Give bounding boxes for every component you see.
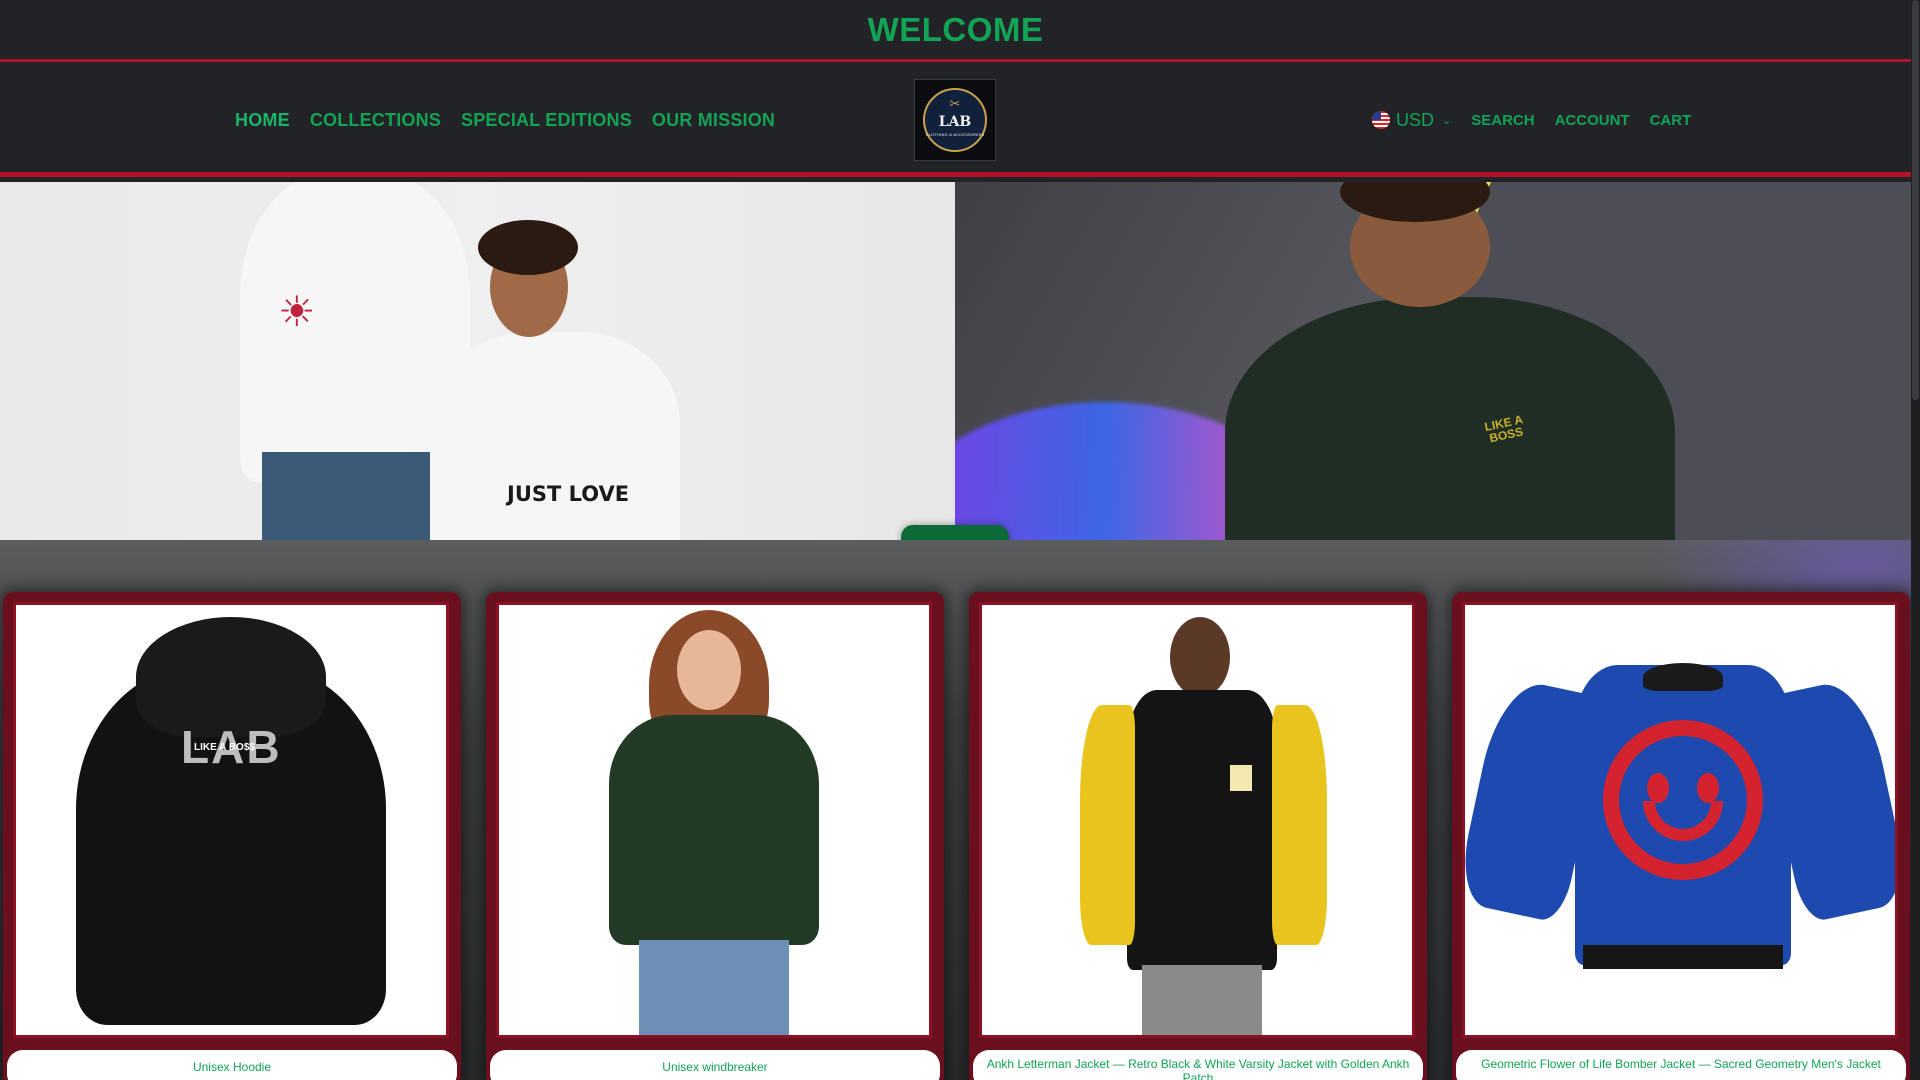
man-face xyxy=(1170,617,1230,697)
scrollbar-thumb[interactable] xyxy=(1912,0,1919,400)
hero-banner: ☀ JUST LOVE LIKE A BOSS BROWSE xyxy=(0,182,1911,579)
cart-link[interactable]: CART xyxy=(1650,112,1692,129)
site-logo[interactable]: ✂ LAB CLOTHING & ACCESSORIES xyxy=(914,79,996,161)
varsity-right-sleeve xyxy=(1272,705,1327,945)
product-title[interactable]: Unisex windbreaker xyxy=(490,1050,940,1080)
announcement-text: WELCOME xyxy=(867,10,1044,48)
person-front-hair xyxy=(478,220,578,275)
logo-subtitle: CLOTHING & ACCESSORIES xyxy=(925,131,985,137)
smiley-print-icon xyxy=(1603,720,1763,880)
product-title[interactable]: Unisex Hoodie xyxy=(7,1050,457,1080)
site-header: HOME COLLECTIONS SPECIAL EDITIONS OUR MI… xyxy=(0,65,1911,177)
product-image[interactable]: LAB LIKE A BO$$ xyxy=(13,602,449,1038)
account-link[interactable]: ACCOUNT xyxy=(1555,112,1630,129)
search-link[interactable]: SEARCH xyxy=(1471,112,1534,129)
sun-print-icon: ☀ xyxy=(278,288,316,335)
smiley-eye-right xyxy=(1697,773,1719,803)
varsity-badge xyxy=(1230,765,1252,791)
man-pants xyxy=(1142,965,1262,1035)
smiley-eye-left xyxy=(1647,773,1669,803)
person-green-jacket xyxy=(1225,297,1675,540)
product-card[interactable]: LAB LIKE A BO$$ Unisex Hoodie xyxy=(3,592,461,1080)
product-image[interactable] xyxy=(1462,602,1898,1038)
hoodie-print-sub: LIKE A BO$$ xyxy=(194,742,255,753)
varsity-body xyxy=(1127,690,1277,970)
logo-emblem: ✂ LAB CLOTHING & ACCESSORIES xyxy=(923,88,987,152)
product-grid: LAB LIKE A BO$$ Unisex Hoodie Unisex win… xyxy=(0,540,1911,1080)
woman-jeans xyxy=(639,940,789,1035)
page-scrollbar[interactable] xyxy=(1911,0,1920,1080)
nav-collections[interactable]: COLLECTIONS xyxy=(310,110,441,131)
varsity-left-sleeve xyxy=(1080,705,1135,945)
hoodie-hood xyxy=(136,617,326,737)
us-flag-icon xyxy=(1372,111,1390,129)
nav-special-editions[interactable]: SPECIAL EDITIONS xyxy=(461,110,632,131)
product-card[interactable]: Geometric Flower of Life Bomber Jacket —… xyxy=(1452,592,1910,1080)
product-title[interactable]: Geometric Flower of Life Bomber Jacket —… xyxy=(1456,1050,1906,1080)
hero-image-left: ☀ JUST LOVE xyxy=(0,182,955,540)
bomber-waistband xyxy=(1583,945,1783,969)
currency-selector[interactable]: USD ⌄ xyxy=(1372,110,1451,131)
logo-mark: LAB xyxy=(938,113,972,130)
person-front-hoodie xyxy=(430,332,680,540)
product-image[interactable] xyxy=(979,602,1415,1038)
hero-image-right: LIKE A BOSS xyxy=(955,182,1911,540)
currency-code: USD xyxy=(1396,109,1435,130)
product-title[interactable]: Ankh Letterman Jacket — Retro Black & Wh… xyxy=(973,1050,1423,1080)
utility-nav: USD ⌄ SEARCH ACCOUNT CART xyxy=(1372,65,1691,175)
announcement-bar: WELCOME xyxy=(0,0,1911,62)
nav-our-mission[interactable]: OUR MISSION xyxy=(652,110,775,131)
person-back-jeans xyxy=(262,452,442,540)
nav-home[interactable]: HOME xyxy=(235,110,290,131)
product-card[interactable]: Ankh Letterman Jacket — Retro Black & Wh… xyxy=(969,592,1427,1080)
scissors-spool-icon: ✂ xyxy=(949,96,961,111)
main-nav: HOME COLLECTIONS SPECIAL EDITIONS OUR MI… xyxy=(235,65,775,175)
product-card[interactable]: Unisex windbreaker xyxy=(486,592,944,1080)
product-image[interactable] xyxy=(496,602,932,1038)
windbreaker-body xyxy=(609,715,819,945)
just-love-print: JUST LOVE xyxy=(507,482,630,506)
bomber-collar xyxy=(1643,663,1723,691)
chevron-down-icon: ⌄ xyxy=(1442,114,1452,127)
woman-face xyxy=(677,630,741,710)
